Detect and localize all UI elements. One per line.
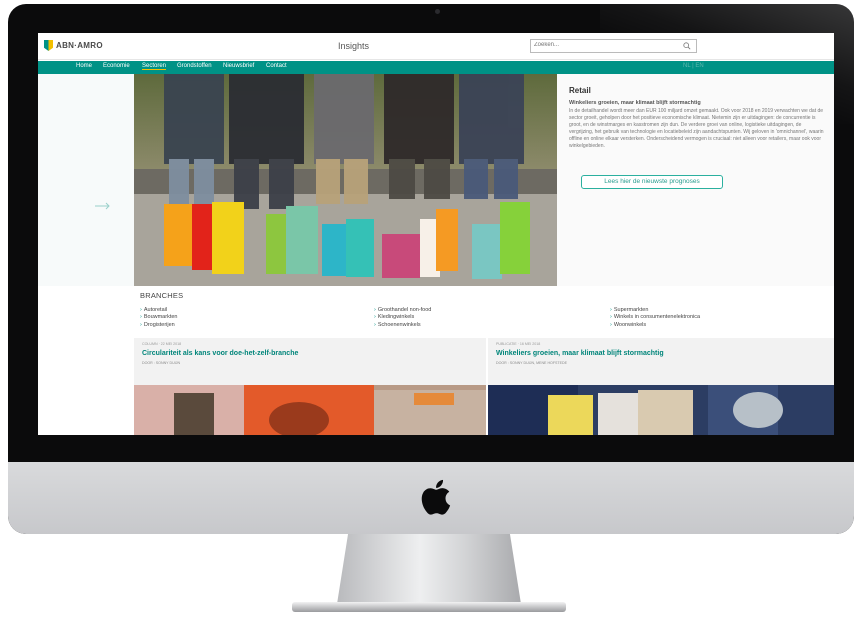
arrow-right-icon[interactable] [95, 202, 111, 210]
browser-screen: ABN·AMRO Insights Home Economie Sectoren… [38, 33, 834, 435]
nav-nieuwsbrief[interactable]: Nieuwsbrief [223, 63, 254, 69]
article-title[interactable]: Circulariteit als kans voor doe-het-zelf… [142, 350, 298, 357]
branches-column-3: Supermarkten Winkels in consumentenelekt… [610, 307, 700, 329]
retail-info-panel: Retail Winkeliers groeien, maar klimaat … [557, 74, 834, 286]
shopping-photo [488, 385, 834, 435]
nav-contact[interactable]: Contact [266, 63, 287, 69]
branch-link-supermarkten[interactable]: Supermarkten [610, 307, 700, 314]
article-card[interactable]: PUBLICATIE · 16 MEI 2018 Winkeliers groe… [488, 338, 834, 385]
article-author: DOOR : SONNY DUIJN, MENE HOFSTEDE [496, 361, 568, 365]
hero-image [134, 74, 557, 286]
left-gutter [38, 74, 134, 286]
apple-logo [421, 479, 451, 515]
branch-link-schoenenwinkels[interactable]: Schoenenwinkels [374, 322, 431, 329]
imac-stand-foot [292, 602, 566, 612]
branch-link-consumentenelektronica[interactable]: Winkels in consumentenelektronica [610, 314, 700, 321]
imac-stand [337, 534, 521, 604]
branch-link-groothandel[interactable]: Groothandel non-food [374, 307, 432, 314]
article-title[interactable]: Winkeliers groeien, maar klimaat blijft … [496, 350, 664, 357]
branches-column-2: Groothandel non-food Kledingwinkels Scho… [374, 307, 432, 329]
tools-photo [134, 385, 486, 435]
nav-economie[interactable]: Economie [103, 63, 130, 69]
info-body-text: In de detailhandel wordt meer dan EUR 10… [569, 108, 824, 149]
branch-link-bouwmarkten[interactable]: Bouwmarkten [140, 314, 178, 321]
article-meta: COLUMN · 22 MEI 2018 [142, 342, 182, 346]
prognoses-button[interactable]: Lees hier de nieuwste prognoses [581, 175, 723, 189]
search-icon[interactable] [683, 42, 691, 50]
branch-link-kledingwinkels[interactable]: Kledingwinkels [374, 314, 431, 321]
article-thumbnail-tools[interactable] [134, 385, 486, 435]
hero-photo-shoppers [134, 74, 557, 286]
site-header: ABN·AMRO Insights [38, 33, 834, 60]
article-meta: PUBLICATIE · 16 MEI 2018 [496, 342, 541, 346]
info-subtitle: Winkeliers groeien, maar klimaat blijft … [569, 100, 701, 106]
abn-amro-logo[interactable]: ABN·AMRO [44, 40, 103, 51]
camera-icon [435, 9, 440, 14]
section-heading: Retail [569, 86, 591, 95]
branches-section: BRANCHES Autoretail Bouwmarkten Drogiste… [134, 286, 834, 338]
site-title: Insights [338, 41, 370, 51]
imac-mockup: ABN·AMRO Insights Home Economie Sectoren… [0, 0, 857, 617]
article-author: DOOR : SONNY DUIJN [142, 361, 181, 365]
branch-link-autoretail[interactable]: Autoretail [140, 307, 177, 314]
branches-title: BRANCHES [140, 291, 184, 300]
nav-grondstoffen[interactable]: Grondstoffen [177, 63, 212, 69]
logo-text: ABN·AMRO [56, 41, 103, 50]
branch-link-drogisterijen[interactable]: Drogisterijen [140, 322, 177, 329]
article-thumbnail-shopping[interactable] [488, 385, 834, 435]
article-card[interactable]: COLUMN · 22 MEI 2018 Circulariteit als k… [134, 338, 486, 385]
main-nav: Home Economie Sectoren Grondstoffen Nieu… [38, 61, 834, 74]
search-box[interactable] [530, 39, 697, 53]
nav-sectoren[interactable]: Sectoren [142, 63, 167, 70]
nav-home[interactable]: Home [76, 63, 92, 69]
language-switch[interactable]: NL | EN [683, 63, 704, 69]
branches-column-1: Autoretail Bouwmarkten Drogisterijen [140, 307, 178, 329]
search-input[interactable] [534, 42, 674, 48]
branch-link-woonwinkels[interactable]: Woonwinkels [610, 322, 700, 329]
shield-logo-icon [44, 40, 53, 51]
